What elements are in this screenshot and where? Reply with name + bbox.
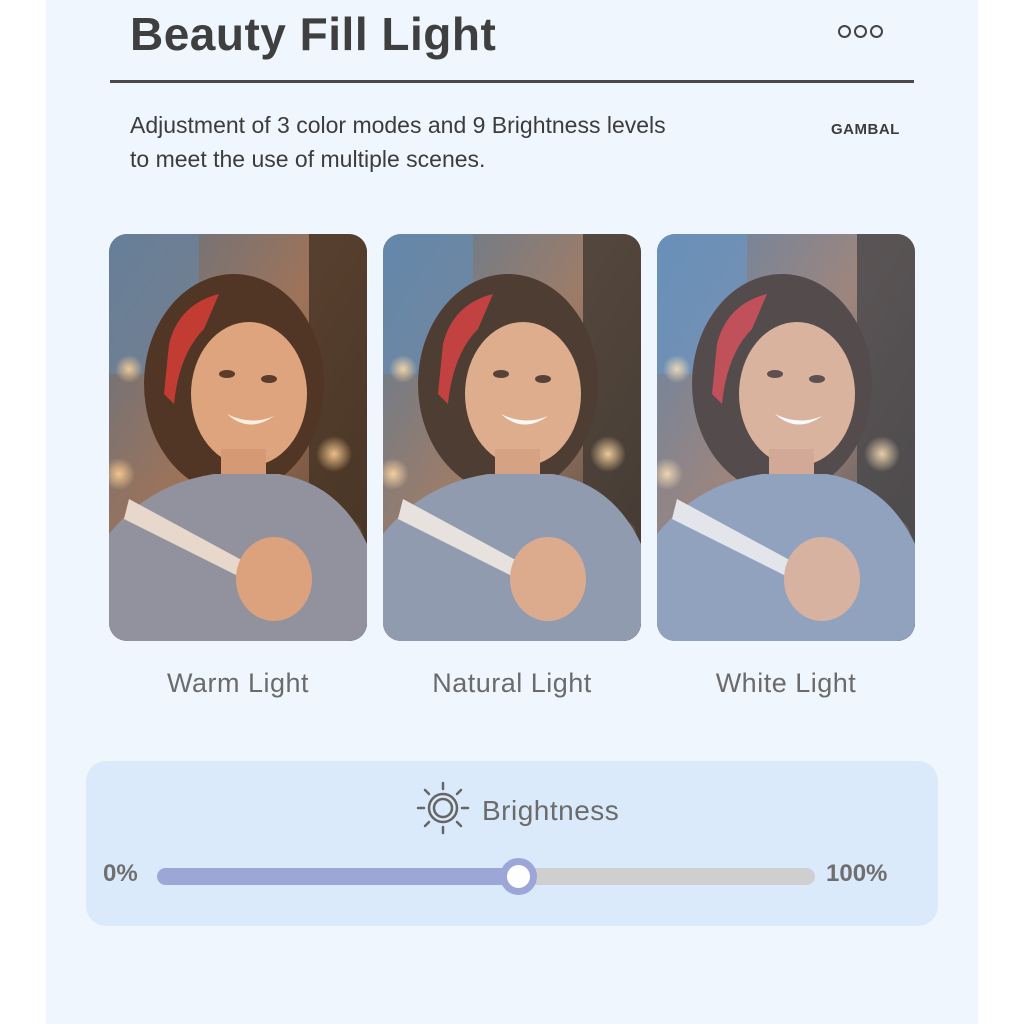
- title-divider: [110, 80, 914, 83]
- warm-light-label: Warm Light: [166, 668, 310, 698]
- feature-description: Adjustment of 3 color modes and 9 Bright…: [130, 108, 770, 176]
- brightness-label: Brightness: [482, 794, 620, 826]
- natural-light-label: Natural Light: [432, 668, 592, 698]
- warm-light-photo[interactable]: [109, 234, 367, 641]
- sun-icon: [416, 781, 470, 840]
- natural-light-photo[interactable]: [383, 234, 641, 641]
- dot-icon: [854, 25, 867, 38]
- brightness-header: Brightness: [416, 781, 619, 840]
- brand-logo: GAMBAL: [831, 121, 900, 138]
- brightness-slider-fill: [157, 868, 519, 885]
- brightness-min-label: 0%: [103, 860, 138, 887]
- dot-icon: [838, 25, 851, 38]
- description-line-2: to meet the use of multiple scenes.: [130, 146, 486, 172]
- description-line-1: Adjustment of 3 color modes and 9 Bright…: [130, 112, 666, 138]
- brightness-max-label: 100%: [826, 860, 888, 887]
- white-light-photo[interactable]: [657, 234, 915, 641]
- brightness-slider-track[interactable]: [157, 868, 815, 885]
- page-title: Beauty Fill Light: [130, 8, 497, 60]
- white-light-label: White Light: [715, 668, 857, 698]
- dot-icon: [870, 25, 883, 38]
- more-dots-icon[interactable]: [838, 25, 883, 38]
